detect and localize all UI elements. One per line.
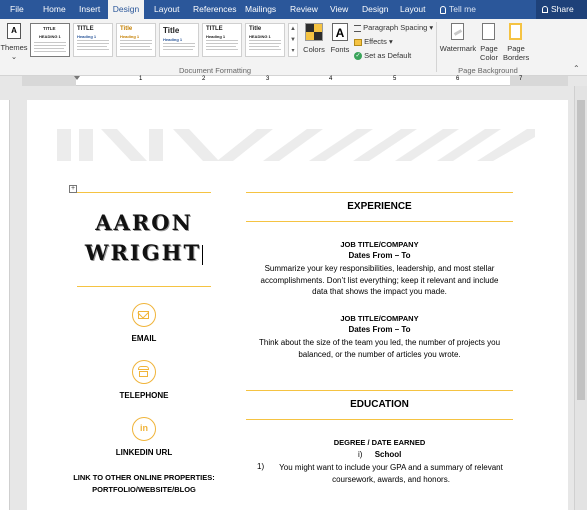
header-pattern [57, 129, 535, 161]
checkmark-icon: ✓ [354, 52, 362, 61]
style-set-5[interactable]: TITLE Heading 1 [202, 23, 242, 57]
tell-me-box[interactable]: Tell me [440, 0, 476, 19]
lightbulb-icon [440, 5, 446, 14]
fonts-button[interactable]: A Fonts [328, 22, 352, 66]
school-line: i) School [358, 450, 402, 459]
email-icon [132, 303, 156, 327]
links-line-2: PORTFOLIO/WEBSITE/BLOG [92, 485, 196, 494]
effects-icon [354, 38, 362, 46]
links-line-1: LINK TO OTHER ONLINE PROPERTIES: [73, 473, 215, 482]
last-name: WRIGHT [84, 240, 204, 265]
watermark-button[interactable]: Watermark [440, 22, 476, 66]
collapse-ribbon-icon[interactable]: ⌃ [573, 64, 580, 73]
paragraph-spacing-button[interactable]: Paragraph Spacing ▾ [354, 23, 433, 34]
tab-file[interactable]: File [10, 0, 24, 19]
person-icon [542, 6, 548, 14]
colors-icon [305, 23, 323, 41]
email-label: EMAIL [131, 334, 157, 343]
tab-references[interactable]: References [193, 0, 236, 19]
style-set-1[interactable]: TITLE HEADING 1 [30, 23, 70, 57]
job-1-description: Summarize your key responsibilities, lea… [260, 264, 499, 296]
set-as-default-button[interactable]: ✓ Set as Default [354, 51, 411, 62]
document-formatting-group-label: Document Formatting [178, 66, 252, 75]
style-set-2[interactable]: TITLE Heading 1 [73, 23, 113, 57]
paragraph-spacing-icon [354, 24, 361, 32]
job-1-dates: Dates From – To [348, 251, 411, 260]
tab-layout[interactable]: Layout [154, 0, 180, 19]
experience-heading: EXPERIENCE [347, 201, 412, 212]
table-move-handle[interactable]: + [69, 185, 77, 193]
tab-table-design[interactable]: Design [362, 0, 388, 19]
gallery-scroll[interactable]: ▲ ▼ ▾ [288, 23, 298, 57]
text-cursor [202, 244, 204, 265]
education-number: 1) [257, 462, 265, 471]
tab-home[interactable]: Home [43, 0, 66, 19]
watermark-icon [451, 23, 464, 40]
group-divider [436, 22, 437, 72]
education-description: You might want to include your GPA and a… [279, 463, 503, 484]
tab-mailings[interactable]: Mailings [245, 0, 276, 19]
effects-button[interactable]: Effects ▾ [354, 37, 393, 48]
job-2-dates: Dates From – To [348, 325, 411, 334]
vertical-ruler[interactable] [0, 100, 10, 510]
tab-table-layout[interactable]: Layout [400, 0, 426, 19]
more-icon: ▾ [291, 48, 295, 54]
page-color-icon [482, 23, 495, 40]
chevron-up-icon: ▲ [290, 26, 296, 32]
horizontal-ruler[interactable]: 1 2 3 4 5 6 7 [22, 76, 568, 86]
job-2-description: Think about the size of the team you led… [258, 338, 501, 359]
scroll-thumb[interactable] [577, 100, 585, 400]
style-set-4[interactable]: Title Heading 1 [159, 23, 199, 57]
document-page[interactable]: + AARON WRIGHT EMAIL TELEPHONE in LINKED… [27, 100, 568, 510]
ribbon: A Themes ⌄ TITLE HEADING 1 TITLE Heading… [0, 19, 587, 76]
linkedin-icon: in [132, 417, 156, 441]
tab-view[interactable]: View [330, 0, 348, 19]
page-borders-icon [509, 23, 522, 40]
style-set-3[interactable]: Title Heading 1 [116, 23, 156, 57]
linkedin-label: LINKEDIN URL [115, 448, 173, 457]
page-background-group-label: Page Background [458, 66, 518, 75]
tab-review[interactable]: Review [290, 0, 318, 19]
page-borders-button[interactable]: Page Borders [503, 22, 529, 66]
telephone-label: TELEPHONE [119, 391, 169, 400]
themes-button[interactable]: A Themes ⌄ [0, 22, 28, 70]
page-color-button[interactable]: Page Color [477, 22, 501, 66]
colors-button[interactable]: Colors [302, 22, 326, 66]
indent-marker[interactable] [74, 76, 80, 80]
style-set-6[interactable]: Title HEADING 1 [245, 23, 285, 57]
education-heading: EDUCATION [350, 399, 409, 410]
degree-date: DEGREE / DATE EARNED [333, 438, 426, 447]
themes-icon: A [7, 23, 21, 39]
fonts-icon: A [332, 23, 348, 41]
share-button[interactable]: Share [536, 0, 587, 19]
tab-design[interactable]: Design [108, 0, 144, 19]
chevron-down-icon: ⌄ [10, 52, 18, 61]
first-name: AARON [95, 210, 193, 235]
job-1-title: JOB TITLE/COMPANY [340, 240, 419, 249]
tab-insert[interactable]: Insert [79, 0, 100, 19]
job-2-title: JOB TITLE/COMPANY [340, 314, 419, 323]
vertical-scrollbar[interactable] [574, 86, 587, 510]
ribbon-tab-bar: File Home Insert Design Layout Reference… [0, 0, 587, 19]
telephone-icon [132, 360, 156, 384]
chevron-down-icon: ▼ [290, 37, 296, 43]
